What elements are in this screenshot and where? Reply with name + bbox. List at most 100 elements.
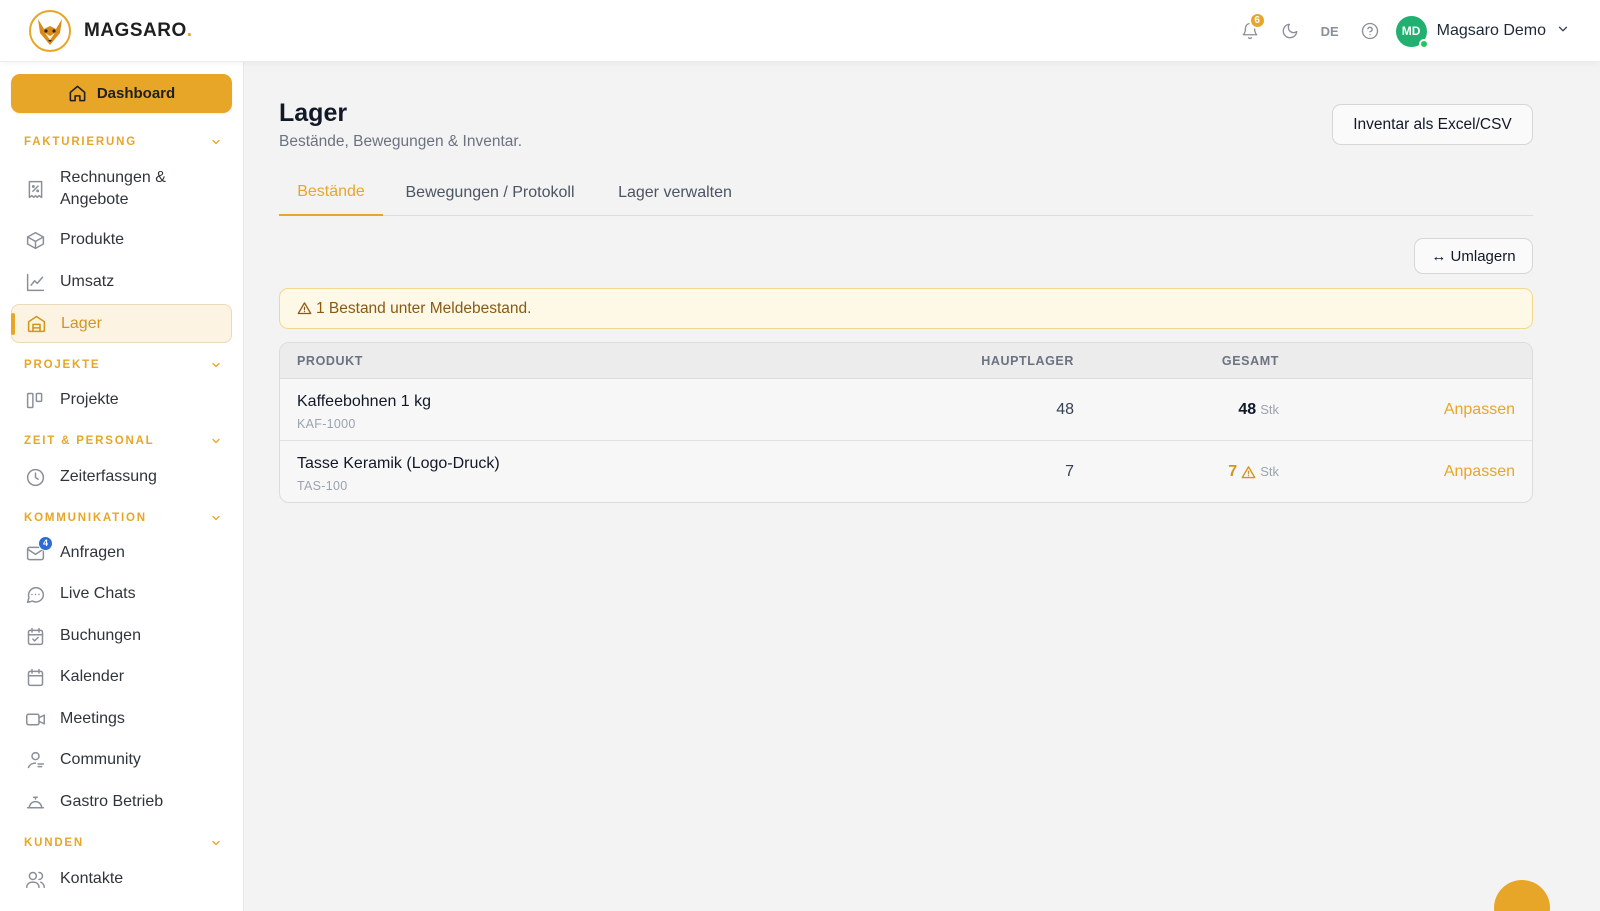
total-qty: 48 <box>1238 401 1257 418</box>
video-icon <box>25 709 46 730</box>
table-row: Tasse Keramik (Logo-Druck) TAS-100 7 7 S… <box>280 441 1532 502</box>
sidebar-item-kalender[interactable]: Kalender <box>11 657 232 697</box>
chevron-down-icon <box>212 362 220 368</box>
adjust-link[interactable]: Anpassen <box>1444 463 1515 481</box>
total-stock: 48 Stk <box>1238 401 1279 419</box>
section-zeit-personal[interactable]: ZEIT & PERSONAL <box>24 435 222 447</box>
sidebar-item-label: Lager <box>61 314 102 332</box>
sidebar-item-lager[interactable]: Lager <box>11 304 232 343</box>
section-title: KOMMUNIKATION <box>24 512 147 524</box>
cloche-icon <box>25 792 46 813</box>
main-content: Lager Bestände, Bewegungen & Inventar. I… <box>244 62 1600 911</box>
sidebar-item-rechnungen[interactable]: Rechnungen & Angebote <box>11 162 232 216</box>
tab-bestaende[interactable]: Bestände <box>279 170 383 216</box>
section-kunden[interactable]: KUNDEN <box>24 837 222 849</box>
total-qty: 7 <box>1228 463 1238 480</box>
tab-lager-verwalten[interactable]: Lager verwalten <box>605 170 745 216</box>
dark-mode-toggle[interactable] <box>1270 13 1310 49</box>
fox-logo-icon <box>29 10 71 52</box>
section-projekte[interactable]: PROJEKTE <box>24 359 222 371</box>
user-name: Magsaro Demo <box>1436 22 1546 39</box>
sidebar-item-projekte[interactable]: Projekte <box>11 380 232 420</box>
sidebar-item-label: Produkte <box>60 231 125 248</box>
top-actions: 6 DE MD Magsaro Demo <box>1230 12 1570 49</box>
sidebar-item-meetings[interactable]: Meetings <box>11 699 232 739</box>
chat-icon <box>25 584 46 605</box>
chevron-down-icon <box>212 515 220 521</box>
product-sku: KAF-1000 <box>297 417 356 431</box>
section-title: FAKTURIERUNG <box>24 136 137 148</box>
booking-icon <box>25 626 46 647</box>
section-title: ZEIT & PERSONAL <box>24 435 155 447</box>
sidebar-item-label: Kontakte <box>60 870 124 887</box>
notifications-button[interactable]: 6 <box>1230 12 1270 49</box>
product-name: Kaffeebohnen 1 kg <box>297 393 432 410</box>
tab-bar: Bestände Bewegungen / Protokoll Lager ve… <box>279 170 1533 216</box>
home-icon <box>69 85 86 102</box>
clock-icon <box>25 467 46 488</box>
sidebar-item-umsatz[interactable]: Umsatz <box>11 262 232 302</box>
page-subtitle: Bestände, Bewegungen & Inventar. <box>279 133 523 150</box>
top-bar: MAGSARO. 6 DE MD Magsaro Demo <box>0 0 1600 62</box>
transfer-stock-button[interactable]: ↔ Umlagern <box>1414 238 1533 274</box>
total-stock: 7 Stk <box>1228 463 1279 481</box>
unit-label: Stk <box>1260 402 1279 417</box>
sidebar-item-label: Rechnungen & Angebote <box>60 169 166 208</box>
column-header-product: PRODUKT <box>297 354 364 368</box>
chevron-down-icon <box>212 840 220 846</box>
sidebar-item-buchungen[interactable]: Buchungen <box>11 616 232 656</box>
moon-icon <box>1282 23 1298 39</box>
adjust-link[interactable]: Anpassen <box>1444 401 1515 419</box>
users-icon <box>25 869 46 890</box>
online-status-dot <box>1418 38 1429 49</box>
table-row: Kaffeebohnen 1 kg KAF-1000 48 48 Stk Anp… <box>280 379 1532 441</box>
help-button[interactable] <box>1350 13 1390 49</box>
sidebar-item-label: Projekte <box>60 391 119 408</box>
section-fakturierung[interactable]: FAKTURIERUNG <box>24 136 222 148</box>
sidebar-item-anfragen[interactable]: 4 Anfragen <box>11 533 232 573</box>
language-switch[interactable]: DE <box>1310 13 1350 49</box>
sidebar-item-produkte[interactable]: Produkte <box>11 220 232 260</box>
kanban-icon <box>25 390 46 411</box>
sidebar-item-gastro-betrieb[interactable]: Gastro Betrieb <box>11 782 232 822</box>
avatar-initials: MD <box>1401 24 1421 38</box>
unit-label: Stk <box>1260 464 1279 479</box>
sidebar-item-label: Kalender <box>60 668 125 685</box>
language-label: DE <box>1320 23 1339 39</box>
sidebar-item-label: Anfragen <box>60 544 125 561</box>
page-title: Lager <box>279 99 348 127</box>
sidebar-item-label: Live Chats <box>60 585 136 602</box>
product-sku: TAS-100 <box>297 479 348 493</box>
dashboard-label: Dashboard <box>96 85 176 102</box>
sidebar-item-label: Meetings <box>60 710 125 727</box>
chevron-down-icon <box>1556 22 1570 41</box>
product-name: Tasse Keramik (Logo-Druck) <box>297 455 500 472</box>
chart-line-icon <box>25 272 46 293</box>
warning-icon <box>1241 465 1256 478</box>
main-storage-qty: 7 <box>1065 463 1074 480</box>
dashboard-button[interactable]: Dashboard <box>11 74 232 113</box>
sidebar-item-community[interactable]: Community <box>11 740 232 780</box>
table-header: PRODUKT HAUPTLAGER GESAMT <box>280 343 1532 379</box>
column-header-main-storage: HAUPTLAGER <box>981 354 1074 368</box>
sidebar-item-live-chats[interactable]: Live Chats <box>11 574 232 614</box>
brand-logo[interactable]: MAGSARO. <box>28 9 193 53</box>
section-title: PROJEKTE <box>24 359 101 371</box>
sidebar-item-label: Zeiterfassung <box>60 468 157 485</box>
unread-badge: 4 <box>38 535 53 551</box>
mail-icon: 4 <box>25 535 53 564</box>
chevron-down-icon <box>212 438 220 444</box>
alert-text: 1 Bestand unter Meldebestand. <box>316 299 532 317</box>
section-kommunikation[interactable]: KOMMUNIKATION <box>24 512 222 524</box>
sidebar-item-kontakte[interactable]: Kontakte <box>11 859 232 899</box>
sidebar-item-label: Community <box>60 751 141 768</box>
box-icon <box>25 230 46 251</box>
sidebar-item-label: Umsatz <box>60 273 115 290</box>
user-menu[interactable]: MD Magsaro Demo <box>1395 15 1570 49</box>
export-inventory-button[interactable]: Inventar als Excel/CSV <box>1332 104 1533 145</box>
invoice-icon <box>25 179 46 200</box>
column-header-total: GESAMT <box>1221 354 1279 368</box>
avatar: MD <box>1395 15 1429 49</box>
sidebar-item-zeiterfassung[interactable]: Zeiterfassung <box>11 457 232 497</box>
tab-bewegungen[interactable]: Bewegungen / Protokoll <box>393 170 587 216</box>
